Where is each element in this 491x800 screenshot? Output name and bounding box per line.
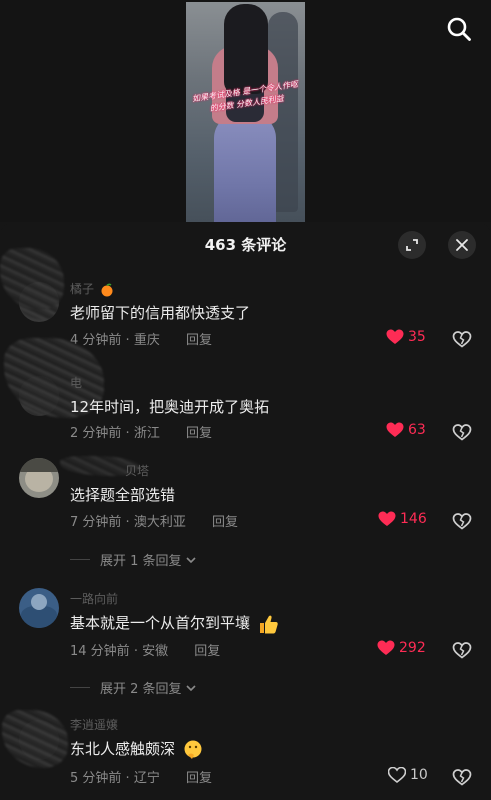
username-text: 橘子 [70,282,95,296]
close-icon [456,239,468,251]
like-count: 63 [408,422,426,438]
comment-text-content: 东北人感触颇深 [70,740,176,758]
meta-separator: · [125,515,130,530]
broken-heart-icon[interactable] [452,329,472,349]
comment-location: 重庆 [133,333,160,348]
expand-icon [406,239,418,251]
comment-location: 辽宁 [133,771,160,786]
broken-heart-icon[interactable] [452,640,472,660]
panel-header: 463 条评论 [0,222,491,268]
expand-replies-button[interactable]: 展开 2 条回复 [70,678,198,697]
like-count: 292 [399,640,426,656]
reply-button[interactable]: 回复 [186,333,212,348]
comment-location: 澳大利亚 [133,515,186,530]
search-icon [447,17,471,41]
reply-button[interactable]: 回复 [212,515,238,530]
meta-separator: · [125,333,130,348]
chevron-down-icon [185,556,196,563]
comment-meta: 7 分钟前 · 澳大利亚 回复 [70,511,238,530]
thumbs-up-emoji [259,615,278,633]
person-legs [214,114,276,222]
comment-text: 12年时间，把奥迪开成了奥拓 [70,398,270,416]
avatar[interactable] [19,458,59,498]
like-button[interactable]: 292 [377,640,426,656]
reply-button[interactable]: 回复 [186,426,212,441]
comment-location: 浙江 [133,426,160,441]
video-player[interactable]: 如果考试及格 是一个令人作呕的分数 分数人民利益 [0,0,491,222]
avatar-hair [19,458,59,472]
expand-replies-button[interactable]: 展开 1 条回复 [70,550,198,569]
heart-outline-icon [388,767,406,783]
reply-button[interactable]: 回复 [194,644,220,659]
video-frame[interactable]: 如果考试及格 是一个令人作呕的分数 分数人民利益 [186,2,305,222]
avatar-figure [31,594,47,610]
like-count: 10 [410,767,428,783]
thinking-emoji [184,740,202,759]
reply-button[interactable]: 回复 [186,771,212,786]
comment-text: 东北人感触颇深 [70,738,204,761]
like-button[interactable]: 35 [386,329,426,345]
comment-meta: 14 分钟前 · 安徽 回复 [70,640,220,659]
avatar[interactable] [19,588,59,628]
expand-replies-label: 展开 2 条回复 [100,682,182,697]
expand-replies-label: 展开 1 条回复 [100,554,182,569]
like-button[interactable]: 146 [378,511,427,527]
comment-meta: 2 分钟前 · 浙江 回复 [70,422,212,441]
comment-username[interactable]: 一路向前 [70,590,118,607]
heart-icon [378,511,396,526]
heart-icon [386,329,404,344]
broken-heart-icon[interactable] [452,511,472,531]
divider-line [70,687,90,688]
chevron-down-icon [185,684,196,691]
comments-panel: 463 条评论 橘子 老师留下的信用都快透支了 4 分钟前 · 重庆 回复 35… [0,222,491,800]
comment-meta: 4 分钟前 · 重庆 回复 [70,329,212,348]
meta-separator: · [133,644,138,659]
comment-location: 安徽 [142,644,169,659]
meta-separator: · [125,771,130,786]
comment-text-content: 基本就是一个从首尔到平壤 [70,614,251,632]
comment-meta: 5 分钟前 · 辽宁 回复 [70,767,212,786]
comment-time: 7 分钟前 [70,515,122,530]
comment-time: 2 分钟前 [70,426,122,441]
comment-time: 14 分钟前 [70,644,130,659]
like-count: 146 [400,511,427,527]
orange-emoji [101,283,113,296]
like-count: 35 [408,329,426,345]
comment-text: 基本就是一个从首尔到平壤 [70,612,279,635]
heart-icon [386,422,404,437]
comment-text: 选择题全部选错 [70,486,176,504]
person-hair [224,4,268,94]
broken-heart-icon[interactable] [452,767,472,787]
comment-text: 老师留下的信用都快透支了 [70,304,251,322]
like-button[interactable]: 63 [386,422,426,438]
expand-panel-button[interactable] [398,231,426,259]
heart-icon [377,640,395,655]
comment-username[interactable]: 李逍遥嬢 [70,716,118,733]
search-button[interactable] [443,13,475,45]
comment-username[interactable]: 电 [70,374,82,391]
close-panel-button[interactable] [448,231,476,259]
divider-line [70,559,90,560]
comment-username[interactable]: 橘子 [70,280,114,297]
comment-time: 5 分钟前 [70,771,122,786]
broken-heart-icon[interactable] [452,422,472,442]
meta-separator: · [125,426,130,441]
like-button[interactable]: 10 [388,767,428,783]
comment-username[interactable]: 贝塔 [125,462,149,479]
blur-overlay [2,710,68,768]
